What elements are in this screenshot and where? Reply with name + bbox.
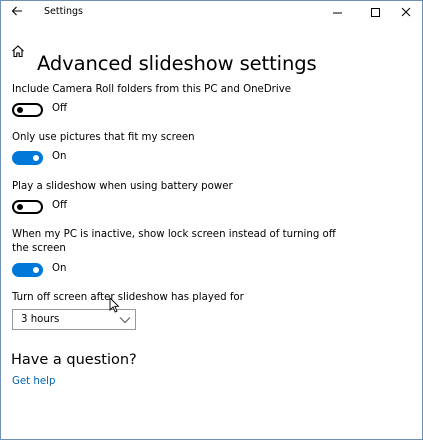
toggle-lock-screen[interactable] [12,263,43,277]
page-title: Advanced slideshow settings [37,52,317,76]
close-icon [401,7,411,17]
title-bar: Settings [1,1,422,25]
chevron-down-icon [119,317,131,324]
setting-label-camera-roll: Include Camera Roll folders from this PC… [12,84,291,95]
toggle-battery[interactable] [12,200,43,214]
dropdown-selected-value: 3 hours [21,314,60,325]
window-title: Settings [44,6,83,17]
setting-label-battery: Play a slideshow when using battery powe… [12,181,233,192]
toggle-state-fit-screen: On [52,151,67,162]
toggle-knob [33,267,39,273]
settings-window: Settings Advanced slideshow settings Inc… [0,0,423,440]
toggle-knob [17,204,23,210]
minimize-icon [333,12,342,14]
mouse-cursor-icon [109,297,119,313]
minimize-button[interactable] [323,1,353,25]
screen-off-label: Turn off screen after slideshow has play… [12,292,244,303]
toggle-fit-screen[interactable] [12,151,43,165]
get-help-link[interactable]: Get help [12,376,55,387]
toggle-state-battery: Off [52,200,68,211]
setting-label-lock-screen-line2: the screen [12,243,66,254]
setting-label-fit-screen: Only use pictures that fit my screen [12,132,195,143]
toggle-knob [17,107,23,113]
setting-label-lock-screen: When my PC is inactive, show lock screen… [12,229,336,240]
back-arrow-icon[interactable] [10,4,24,18]
maximize-button[interactable] [358,1,388,25]
toggle-state-camera-roll: Off [52,103,68,114]
help-heading: Have a question? [11,352,137,368]
maximize-icon [371,8,380,17]
toggle-state-lock-screen: On [52,263,67,274]
close-button[interactable] [390,1,420,25]
home-icon[interactable] [11,44,25,58]
toggle-knob [33,155,39,161]
toggle-camera-roll[interactable] [12,103,43,117]
